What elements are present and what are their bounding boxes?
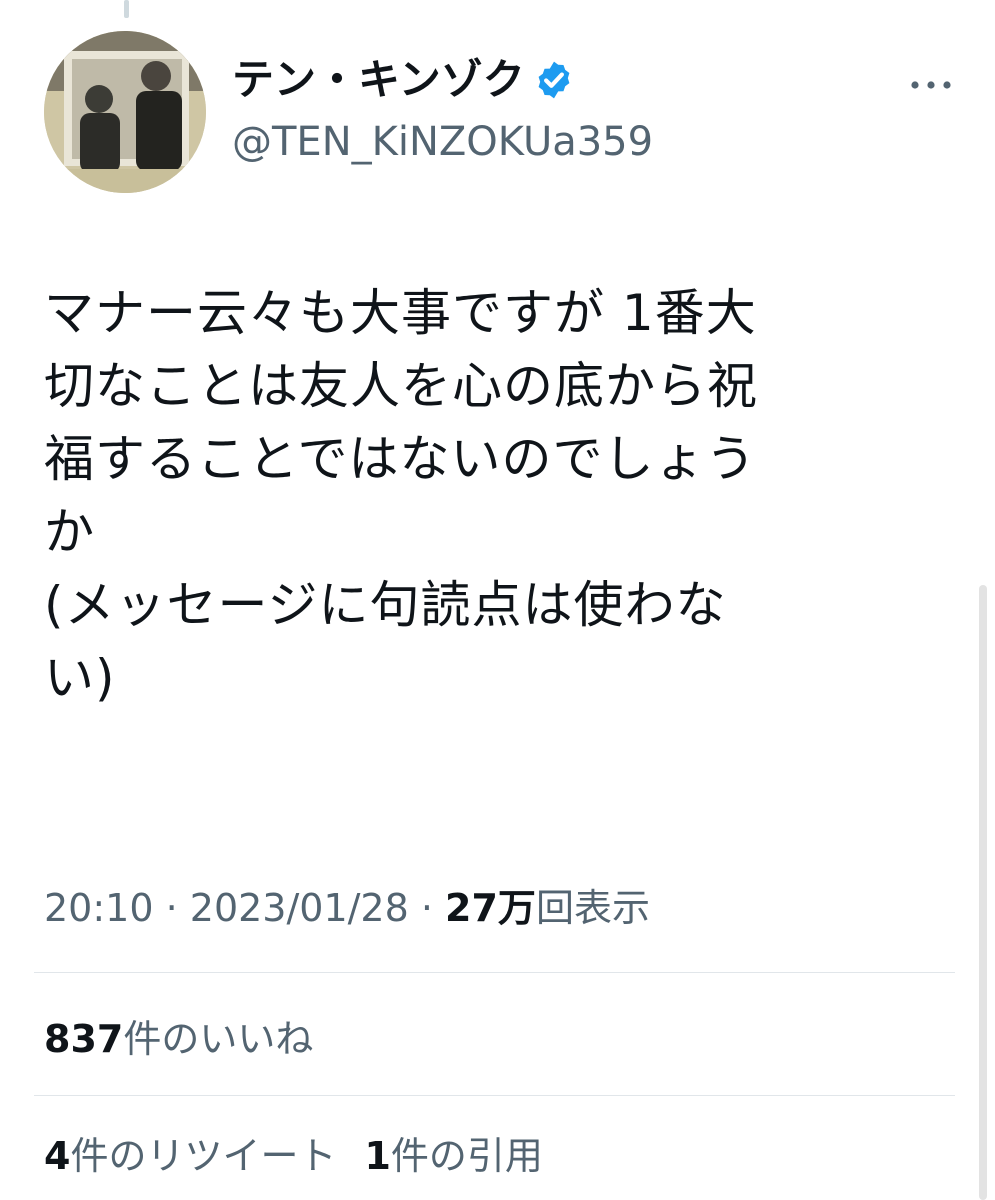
tweet-metadata: 20:10 · 2023/01/28 · 27万回表示 (44, 880, 650, 936)
more-options-button[interactable] (906, 60, 956, 110)
retweets-stat-row: 4件のリツイート 1件の引用 (44, 1128, 543, 1184)
divider (34, 972, 955, 973)
scrollbar[interactable] (979, 585, 987, 1200)
meta-separator: · (408, 886, 446, 930)
quotes-stat[interactable]: 1件の引用 (364, 1128, 542, 1184)
thread-connector-line (124, 0, 129, 18)
quotes-count: 1 (364, 1134, 391, 1178)
retweets-stat[interactable]: 4件のリツイート (44, 1128, 336, 1184)
author-display-name-row[interactable]: テン・キンゾク (232, 52, 575, 108)
quotes-label: 件の引用 (390, 1134, 543, 1178)
retweets-count: 4 (44, 1134, 71, 1178)
likes-label: 件のいいね (123, 1017, 314, 1061)
tweet-time[interactable]: 20:10 (44, 886, 154, 930)
retweets-label: 件のリツイート (70, 1134, 337, 1178)
author-display-name: テン・キンゾク (232, 55, 525, 104)
avatar-photo (44, 31, 206, 193)
tweet-date[interactable]: 2023/01/28 (190, 886, 409, 930)
avatar[interactable] (44, 31, 206, 193)
meta-separator: · (153, 886, 190, 930)
author-handle[interactable]: @TEN_KiNZOKUa359 (232, 116, 653, 168)
more-horizontal-icon (911, 81, 951, 89)
likes-stat-row: 837件のいいね (44, 1011, 313, 1067)
tweet-text: マナー云々も大事ですが 1番大 切なことは友人を心の底から祝 福することではない… (44, 284, 758, 707)
views-count: 27万 (445, 886, 536, 930)
divider (34, 1095, 955, 1096)
verified-badge-icon (538, 61, 570, 99)
likes-stat[interactable]: 837件のいいね (44, 1011, 313, 1067)
views-label: 回表示 (535, 886, 650, 930)
likes-count: 837 (44, 1017, 124, 1061)
